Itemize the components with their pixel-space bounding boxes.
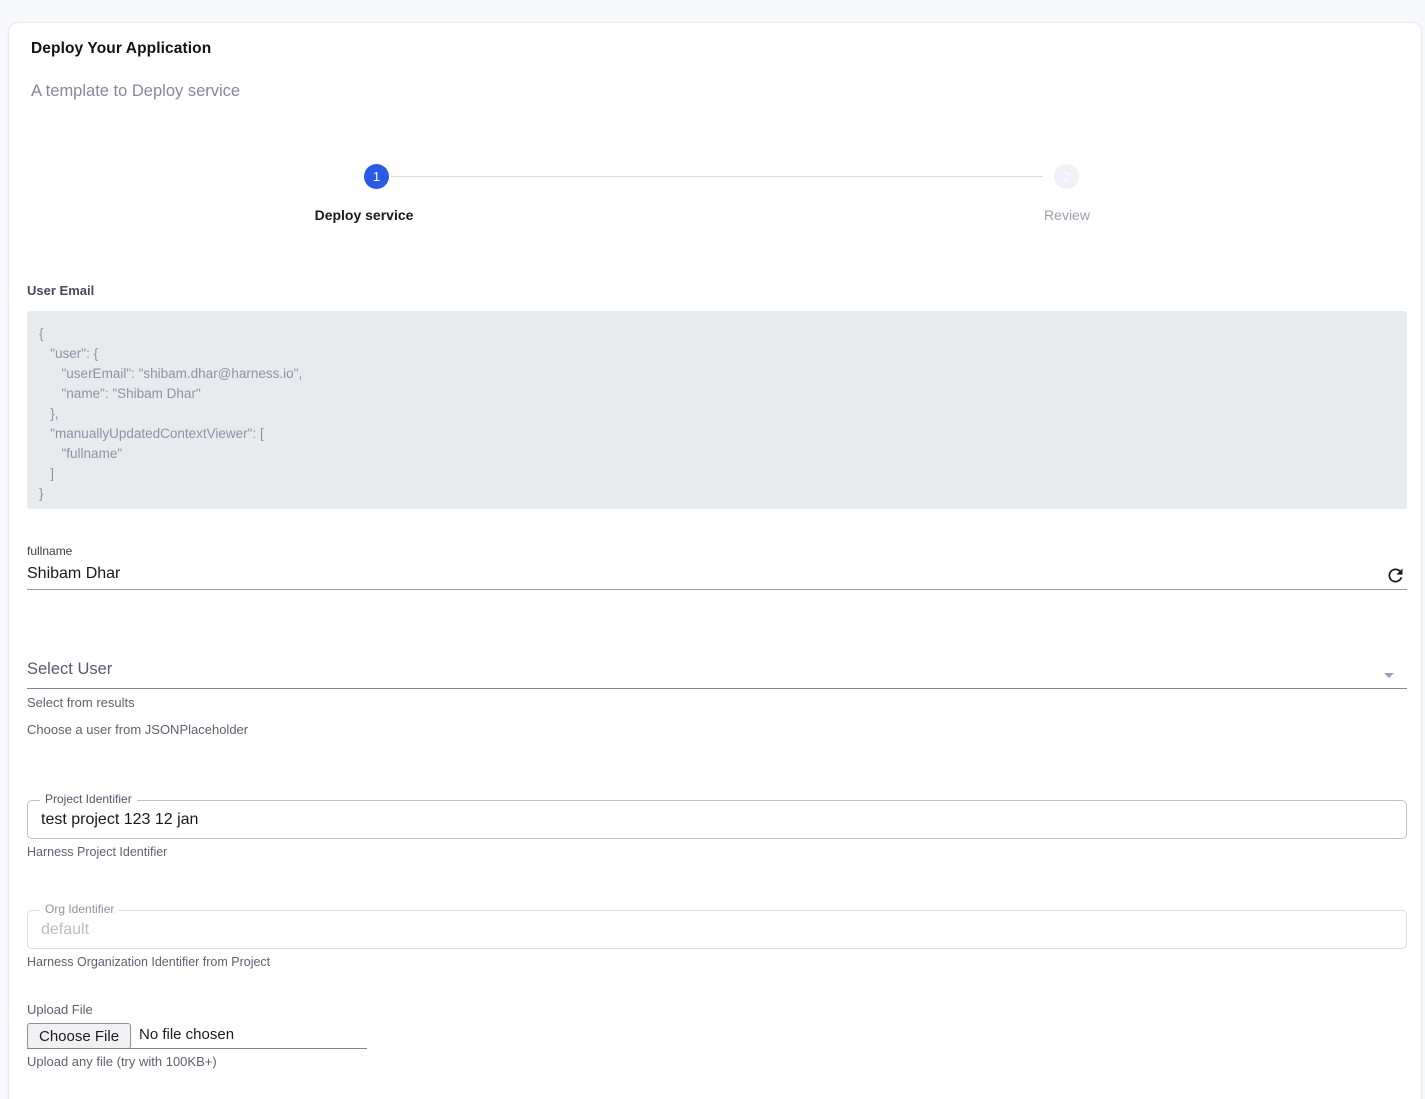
refresh-button[interactable] [1385, 563, 1409, 587]
upload-file-input[interactable]: Choose File No file chosen [27, 1023, 367, 1049]
stepper-step-2-number: 2 [1063, 169, 1070, 184]
fullname-input[interactable] [27, 561, 1367, 587]
stepper-step-1-circle[interactable]: 1 [364, 164, 389, 189]
select-user-description: Choose a user from JSONPlaceholder [27, 722, 248, 737]
project-identifier-label: Project Identifier [40, 792, 137, 806]
project-identifier-field [27, 800, 1407, 839]
user-email-label: User Email [27, 283, 94, 298]
chevron-down-icon [1377, 663, 1401, 687]
deploy-form-card: Deploy Your Application A template to De… [8, 22, 1422, 1099]
stepper-step-1-number: 1 [373, 169, 380, 184]
upload-file-underline [27, 1048, 367, 1049]
choose-file-button[interactable]: Choose File [27, 1023, 131, 1049]
stepper-step-1-label: Deploy service [264, 207, 464, 223]
page-background: Deploy Your Application A template to De… [0, 0, 1425, 1099]
page-title: Deploy Your Application [31, 40, 211, 58]
upload-file-helper: Upload any file (try with 100KB+) [27, 1054, 217, 1069]
stepper-step-2-circle: 2 [1054, 164, 1079, 189]
upload-file-label: Upload File [27, 1002, 93, 1017]
project-identifier-input[interactable] [41, 802, 1391, 837]
org-identifier-input[interactable] [41, 912, 1391, 947]
stepper-connector [391, 176, 1043, 177]
page-subtitle: A template to Deploy service [31, 82, 240, 101]
stepper-step-2-label: Review [967, 207, 1167, 223]
select-user-underline [27, 688, 1407, 689]
fullname-underline [27, 589, 1407, 590]
refresh-icon [1385, 565, 1409, 586]
user-email-json: { "user": { "userEmail": "shibam.dhar@ha… [27, 311, 1407, 517]
fullname-label: fullname [27, 544, 72, 558]
select-user-dropdown[interactable]: Select User [27, 660, 1407, 688]
file-chosen-status: No file chosen [139, 1026, 234, 1043]
org-identifier-helper: Harness Organization Identifier from Pro… [27, 955, 270, 969]
select-user-value: Select User [27, 660, 112, 678]
org-identifier-field [27, 910, 1407, 949]
org-identifier-label: Org Identifier [40, 902, 119, 916]
user-email-context-viewer: { "user": { "userEmail": "shibam.dhar@ha… [27, 311, 1407, 509]
project-identifier-helper: Harness Project Identifier [27, 845, 167, 859]
select-user-helper: Select from results [27, 695, 135, 710]
